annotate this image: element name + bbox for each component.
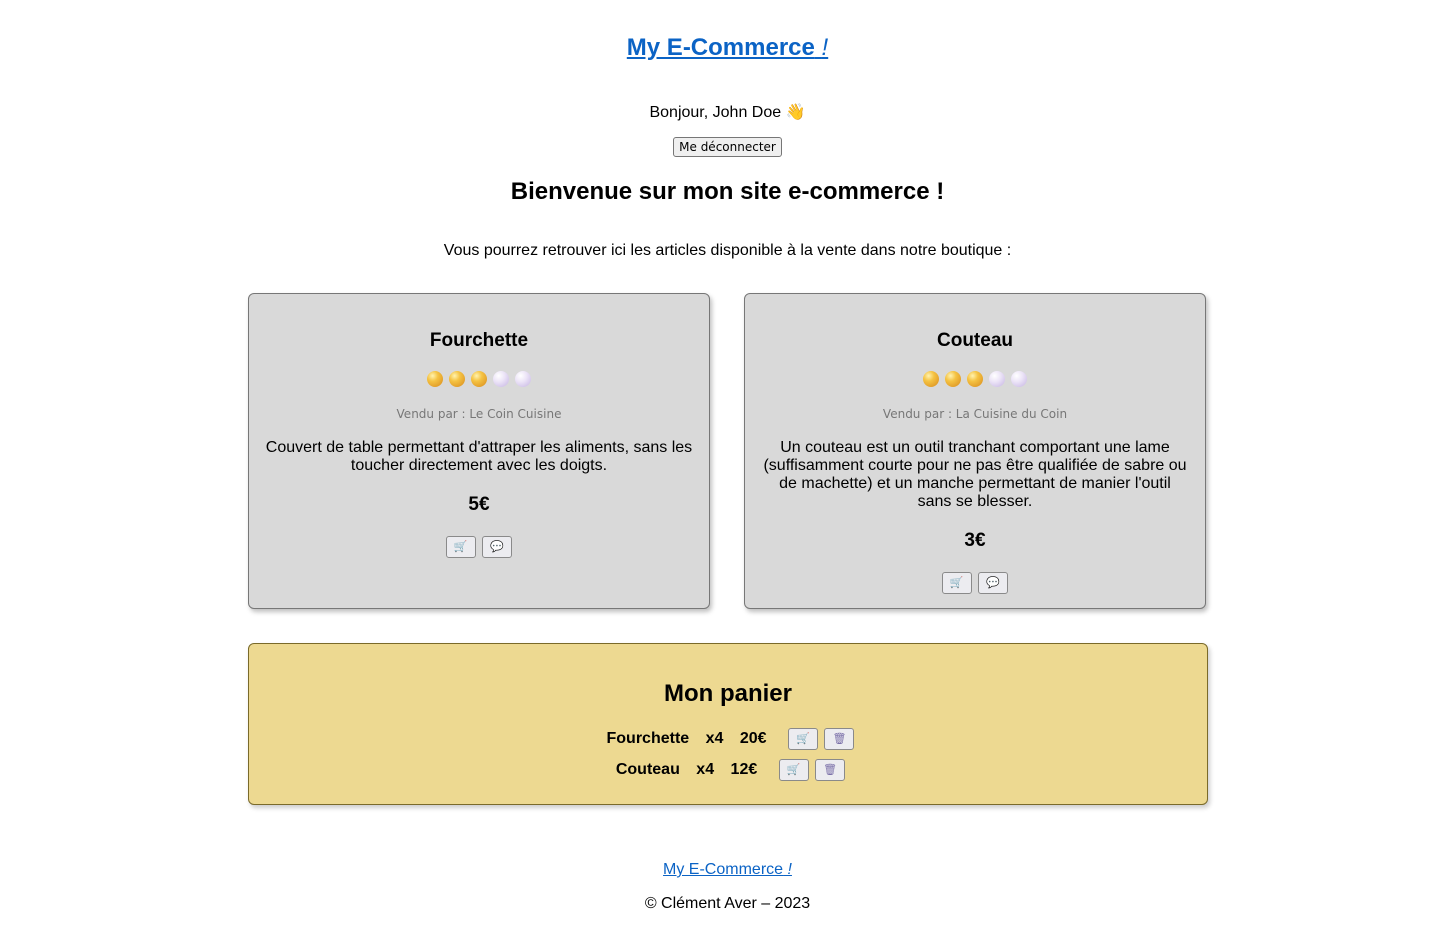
trash-icon: 🗑 [823, 763, 838, 776]
site-title-link[interactable]: My E-Commerce ! [627, 34, 828, 61]
comment-button[interactable]: 💬 [978, 572, 1009, 594]
product-rating [745, 371, 1205, 387]
rating-dot-filled [427, 371, 443, 387]
cart-panel: Mon panier Fourchette x4 20€ 🛒 🗑 Couteau… [248, 643, 1208, 805]
intro-text: Vous pourrez retrouver ici les articles … [443, 242, 1012, 259]
cart-item-qty: x4 [696, 761, 715, 778]
product-name: Couteau [937, 330, 1013, 351]
footer-link-text: My E-Commerce [663, 861, 784, 878]
rating-dot-empty [515, 371, 531, 387]
greeting: Bonjour, John Doe 👋 [0, 102, 1455, 122]
cart-item-total: 12€ [730, 761, 758, 778]
rating-dot-empty [493, 371, 509, 387]
footer-link-mark: ! [787, 861, 792, 878]
site-title-mark: ! [821, 34, 829, 61]
trash-icon: 🗑 [832, 732, 847, 745]
cart-icon: 🛒 [796, 732, 810, 745]
cart-remove-button[interactable]: 🗑 [824, 727, 855, 750]
product-description: Couvert de table permettant d'attraper l… [265, 439, 693, 474]
product-seller: Vendu par : Le Coin Cuisine [396, 407, 562, 421]
product-seller: Vendu par : La Cuisine du Coin [882, 407, 1068, 421]
cart-item: Couteau x4 12€ 🛒 🗑 [249, 758, 1207, 782]
speech-bubble-icon: 💬 [986, 577, 1001, 589]
cart-add-button[interactable]: 🛒 [778, 758, 809, 781]
product-card-fourchette: Fourchette Vendu par : Le Coin Cuisine C… [248, 293, 710, 609]
rating-dot-filled [449, 371, 465, 387]
add-to-cart-button[interactable]: 🛒 [445, 536, 476, 558]
welcome-title: Bienvenue sur mon site e-commerce ! [510, 178, 945, 205]
cart-item-name: Couteau [615, 761, 680, 778]
product-actions: 🛒 💬 [249, 536, 709, 558]
product-price: 3€ [964, 530, 986, 551]
speech-bubble-icon: 💬 [490, 541, 505, 553]
waving-hand-icon: 👋 [785, 104, 806, 121]
rating-dot-empty [989, 371, 1005, 387]
rating-dot-filled [967, 371, 983, 387]
site-title-text: My E-Commerce [626, 34, 815, 61]
rating-dot-empty [1011, 371, 1027, 387]
footer-home-link[interactable]: My E-Commerce ! [663, 861, 792, 878]
site-title: My E-Commerce ! [0, 34, 1455, 62]
product-rating [249, 371, 709, 387]
cart-icon: 🛒 [949, 577, 964, 589]
cart-item: Fourchette x4 20€ 🛒 🗑 [249, 727, 1207, 751]
product-price: 5€ [468, 494, 490, 515]
rating-dot-filled [923, 371, 939, 387]
cart-remove-button[interactable]: 🗑 [815, 758, 846, 781]
cart-icon: 🛒 [786, 763, 801, 776]
logout-button[interactable]: Me déconnecter [673, 137, 782, 157]
rating-dot-filled [471, 371, 487, 387]
cart-item-qty: x4 [705, 730, 724, 747]
cart-item-name: Fourchette [606, 730, 690, 747]
page: My E-Commerce ! Bonjour, John Doe 👋 Me d… [0, 0, 1455, 945]
cart-title: Mon panier [663, 680, 792, 707]
cart-add-button[interactable]: 🛒 [788, 727, 819, 750]
add-to-cart-button[interactable]: 🛒 [941, 572, 972, 594]
cart-icon: 🛒 [453, 541, 468, 553]
rating-dot-filled [945, 371, 961, 387]
product-card-couteau: Couteau Vendu par : La Cuisine du Coin U… [744, 293, 1206, 609]
product-name: Fourchette [429, 330, 529, 351]
greeting-text: Bonjour, John Doe [649, 104, 782, 121]
product-actions: 🛒 💬 [745, 572, 1205, 594]
comment-button[interactable]: 💬 [482, 536, 513, 558]
product-description: Un couteau est un outil tranchant compor… [763, 439, 1187, 510]
copyright: © Clément Aver – 2023 [644, 895, 811, 912]
footer-link-wrap: My E-Commerce ! [0, 861, 1455, 879]
cart-item-total: 20€ [739, 730, 767, 747]
